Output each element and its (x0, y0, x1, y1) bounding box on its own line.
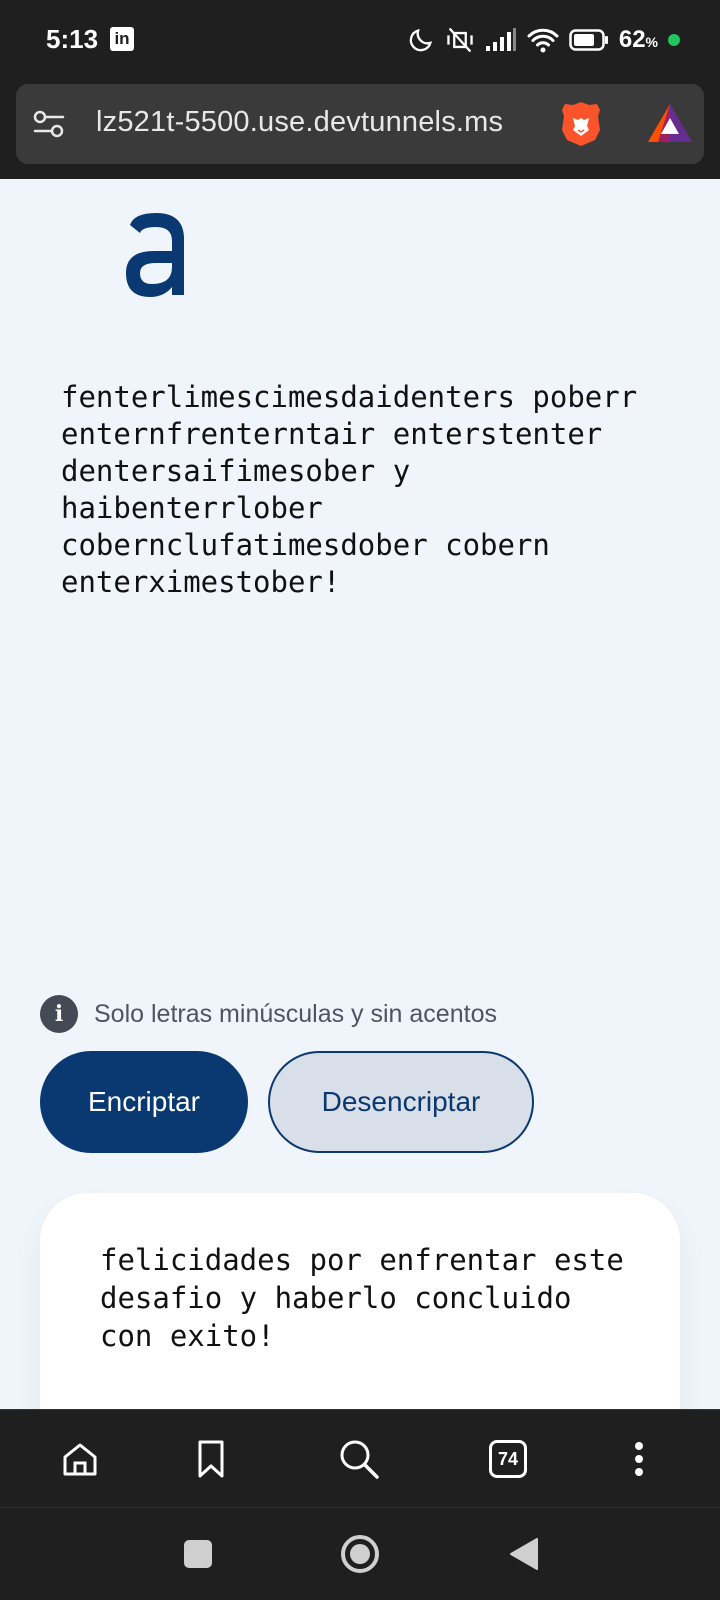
info-icon: i (40, 995, 78, 1033)
input-card[interactable]: felicidades por enfrentar este desafio y… (40, 1193, 680, 1409)
linkedin-icon: in (110, 27, 134, 51)
search-button[interactable] (336, 1436, 382, 1482)
result-text: fenterlimescimesdaidenters poberr entern… (61, 380, 655, 599)
privacy-indicator-dot (668, 34, 680, 46)
encrypt-button[interactable]: Encriptar (40, 1051, 248, 1153)
recents-button[interactable] (174, 1530, 222, 1578)
bookmark-button[interactable] (188, 1436, 234, 1482)
system-navigation (0, 1507, 720, 1600)
bookmark-icon (198, 1440, 224, 1478)
search-icon (340, 1440, 379, 1479)
battery-icon (569, 29, 608, 51)
battery-percent: 62% (618, 26, 658, 53)
back-button[interactable] (500, 1530, 548, 1578)
wifi-icon (527, 28, 559, 53)
tabs-button[interactable]: 74 (485, 1436, 531, 1482)
info-hint: i Solo letras minúsculas y sin acentos (40, 995, 497, 1033)
more-vert-icon (635, 1442, 643, 1476)
signal-icon (485, 28, 516, 51)
back-triangle-icon (510, 1538, 538, 1570)
decrypt-button[interactable]: Desencriptar (268, 1051, 534, 1153)
menu-button[interactable] (616, 1436, 662, 1482)
home-circle-icon (341, 1535, 379, 1573)
brave-shields-icon[interactable] (560, 100, 602, 148)
status-time: 5:13 (46, 24, 99, 54)
home-nav-button[interactable] (336, 1530, 384, 1578)
home-icon (63, 1443, 97, 1476)
site-settings-icon[interactable] (32, 108, 66, 140)
alura-logo-icon (126, 213, 184, 297)
tab-count: 74 (489, 1440, 527, 1478)
message-input[interactable]: felicidades por enfrentar este desafio y… (100, 1241, 640, 1355)
status-icons: 62% (407, 22, 680, 58)
browser-toolbar: 74 (0, 1409, 720, 1507)
web-page: fenterlimescimesdaidenters poberr entern… (0, 179, 720, 1409)
url-bar[interactable]: lz521t-5500.use.devtunnels.ms (16, 84, 704, 164)
home-button[interactable] (57, 1436, 103, 1482)
status-bar: 5:13 in 62% (0, 0, 720, 80)
url-text[interactable]: lz521t-5500.use.devtunnels.ms (96, 106, 503, 139)
info-text: Solo letras minúsculas y sin acentos (94, 999, 497, 1028)
vibrate-off-icon (447, 27, 473, 53)
brave-rewards-icon[interactable] (646, 102, 694, 146)
moon-icon (409, 28, 432, 52)
recents-square-icon (184, 1540, 212, 1568)
